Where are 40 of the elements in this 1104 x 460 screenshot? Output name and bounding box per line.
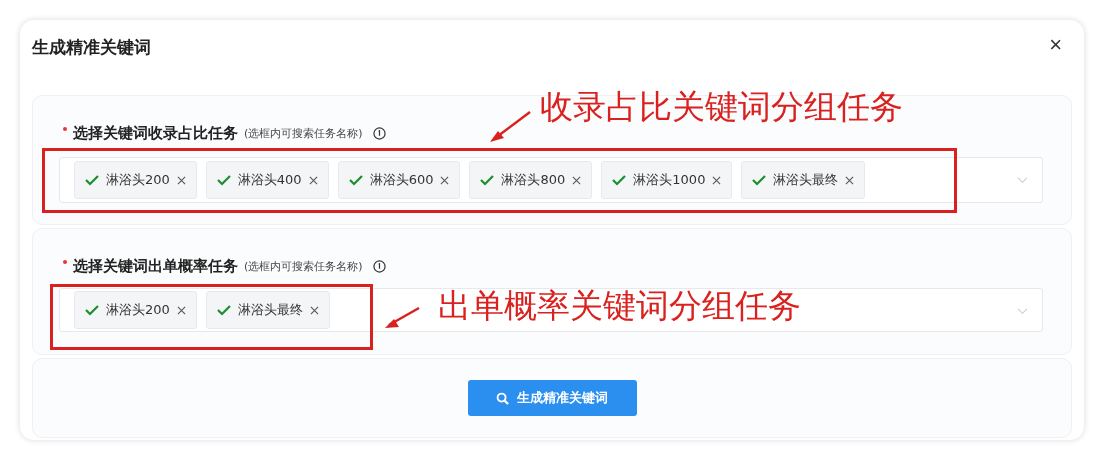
remove-icon[interactable]: [572, 175, 582, 185]
search-icon: [496, 391, 509, 405]
annotation-text: 收录占比关键词分组任务: [540, 90, 903, 123]
dialog-title: 生成精准关键词: [32, 36, 151, 59]
check-icon: [216, 304, 231, 316]
arrow-icon: [488, 110, 532, 144]
check-icon: [480, 174, 495, 186]
tag-label: 淋浴头600: [369, 171, 434, 189]
check-icon: [752, 174, 767, 186]
close-button[interactable]: ×: [1043, 34, 1068, 56]
tag-label: 淋浴头200: [106, 171, 170, 189]
remove-icon[interactable]: [309, 305, 319, 315]
arrow-icon: [383, 306, 421, 330]
field-label: 选择关键词出单概率任务: [73, 256, 238, 276]
annotation-text: 出单概率关键词分组任务: [438, 289, 801, 322]
check-icon: [216, 174, 231, 186]
caret-icon: [1017, 308, 1028, 315]
remove-icon[interactable]: [440, 175, 450, 185]
multi-select-field[interactable]: 淋浴头200 淋浴头400 淋浴头600 淋浴头800 淋浴头1000 淋浴头最终: [59, 157, 1043, 203]
field-hint: (选框内可搜索任务名称): [244, 258, 363, 274]
remove-icon[interactable]: [176, 305, 186, 315]
tag-label: 淋浴头1000: [633, 171, 706, 189]
tag-label: 淋浴头200: [106, 301, 170, 319]
field-hint: (选框内可搜索任务名称): [244, 125, 363, 141]
tag-label: 淋浴头800: [501, 171, 566, 189]
remove-icon[interactable]: [845, 175, 855, 185]
tag-label: 淋浴头最终: [773, 171, 839, 189]
check-icon: [348, 174, 363, 186]
remove-icon[interactable]: [712, 175, 722, 185]
tag-label: 淋浴头400: [237, 171, 302, 189]
field-label: 选择关键词收录占比任务: [73, 123, 238, 143]
caret-icon: [1017, 177, 1028, 184]
check-icon: [85, 304, 99, 316]
remove-icon[interactable]: [176, 175, 186, 185]
check-icon: [612, 174, 627, 186]
remove-icon[interactable]: [308, 175, 318, 185]
info-icon: [372, 126, 386, 140]
info-icon: [372, 259, 386, 273]
tag-label: 淋浴头最终: [237, 301, 303, 319]
check-icon: [85, 174, 99, 186]
